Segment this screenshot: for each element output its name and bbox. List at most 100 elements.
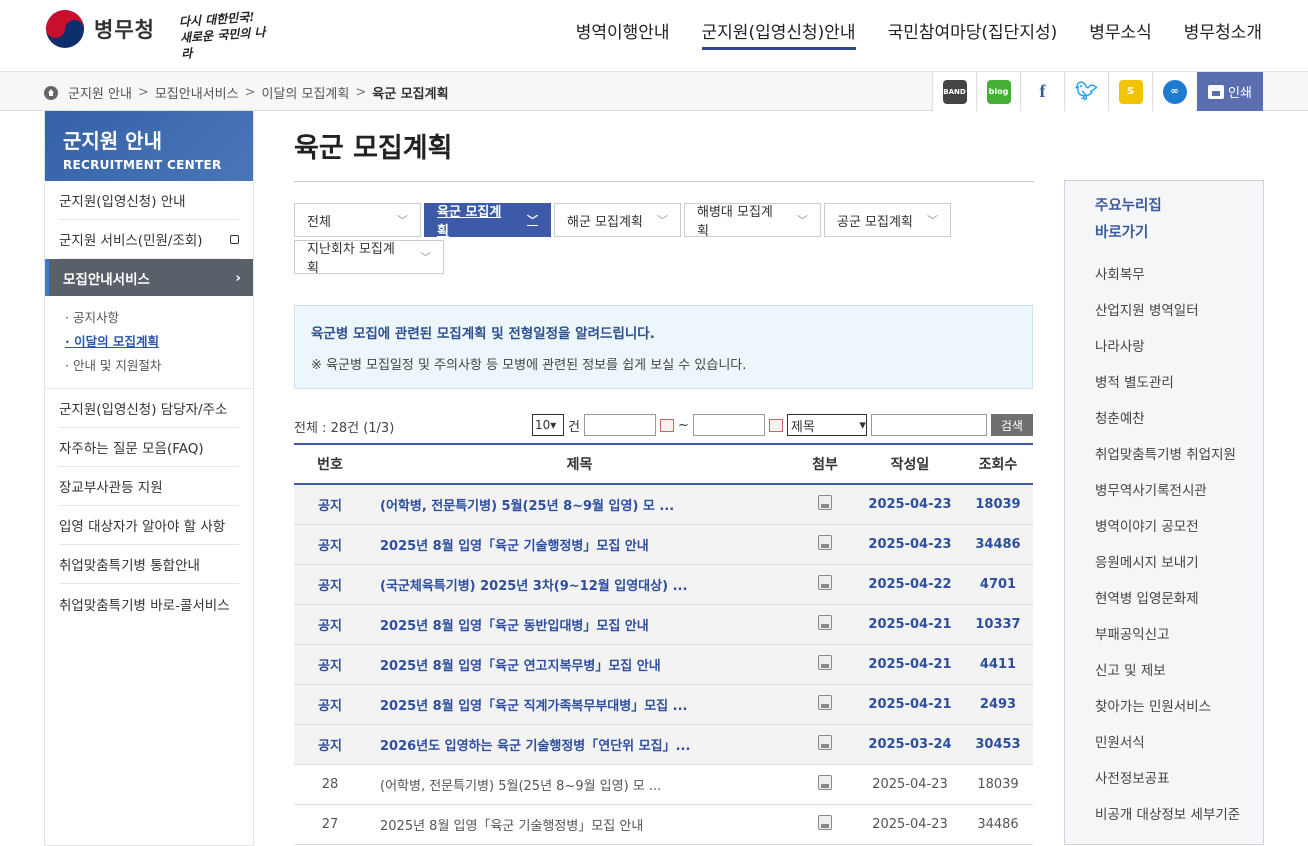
row-title-link[interactable]: 2025년 8월 입영「육군 기술행정병」모집 안내 xyxy=(366,804,793,845)
table-row[interactable]: 28 (어학병, 전문특기병) 5월(25년 8~9월 입영) 모 ... 2025… xyxy=(294,764,1033,805)
tab-all[interactable]: 전체 ﹀ xyxy=(294,203,421,237)
gnb-military-service[interactable]: 병역이행안내 xyxy=(576,18,670,50)
tab-label: 해병대 모집계획 xyxy=(697,205,773,239)
quick-link-item[interactable]: 비공개 대상정보 세부기준 xyxy=(1095,795,1263,831)
quick-link-item[interactable]: 청춘예찬 xyxy=(1095,399,1263,435)
share-band-button[interactable]: BAND xyxy=(932,72,976,111)
search-field-select[interactable]: 제목 ▾ xyxy=(786,414,867,436)
side-nav-submenu: · 공지사항 · 이달의 모집계획 · 안내 및 지원절차 xyxy=(45,296,253,389)
row-attachment[interactable] xyxy=(793,764,857,805)
site-logo[interactable]: 병무청 xyxy=(46,10,155,48)
search-controls: 10 ▾ 건 ~ 제목 ▾ 검색 xyxy=(532,414,1033,436)
side-nav-item[interactable]: 취업맞춤특기병 통합안내 xyxy=(59,545,239,584)
row-attachment[interactable] xyxy=(793,644,857,685)
attachment-file-icon xyxy=(818,694,832,710)
side-nav-item-active[interactable]: 모집안내서비스 › xyxy=(45,259,253,296)
search-button[interactable]: 검색 xyxy=(990,414,1033,436)
submenu-item-active[interactable]: · 이달의 모집계획 xyxy=(65,330,253,354)
submenu-item[interactable]: · 공지사항 xyxy=(65,306,253,330)
quick-link-item[interactable]: 취업맞춤특기병 취업지원 xyxy=(1095,435,1263,471)
tab-navy[interactable]: 해군 모집계획 ﹀ xyxy=(554,203,681,237)
end-date-input[interactable] xyxy=(692,414,765,436)
share-twitter-button[interactable]: 🐦︎ xyxy=(1064,72,1108,111)
row-title-link[interactable]: 2025년 8월 입영「육군 기술행정병」모집 안내 xyxy=(366,524,793,565)
calendar-icon[interactable] xyxy=(768,418,783,432)
side-nav-item-label: 취업맞춤특기병 바로-콜서비스 xyxy=(59,597,230,614)
table-row[interactable]: 공지 (국군체육특기병) 2025년 3차(9~12월 입영대상) ... 2025… xyxy=(294,564,1033,605)
start-date-input[interactable] xyxy=(583,414,656,436)
quick-link-item[interactable]: 민원서식 xyxy=(1095,723,1263,759)
calendar-icon[interactable] xyxy=(659,418,674,432)
chevron-down-icon: ﹀ xyxy=(797,214,808,227)
share-kakaostory-button[interactable]: S xyxy=(1108,72,1152,111)
table-row[interactable]: 공지 2026년도 입영하는 육군 기술행정병「연단위 모집」... 2025-03… xyxy=(294,724,1033,765)
chevron-right-icon: › xyxy=(235,269,241,286)
quick-link-item[interactable]: 병역이야기 공모전 xyxy=(1095,507,1263,543)
row-attachment[interactable] xyxy=(793,724,857,765)
col-date: 작성일 xyxy=(857,444,963,485)
tab-past-rounds[interactable]: 지난회차 모집계획 ﹀ xyxy=(294,240,444,276)
side-nav-item[interactable]: 군지원 서비스(민원/조회) xyxy=(59,220,239,259)
row-attachment[interactable] xyxy=(793,484,857,525)
quick-link-item[interactable]: 사전정보공표 xyxy=(1095,759,1263,795)
table-row[interactable]: 공지 2025년 8월 입영「육군 동반입대병」모집 안내 2025-04-21 10… xyxy=(294,604,1033,645)
quick-link-item[interactable]: 병무역사기록전시관 xyxy=(1095,471,1263,507)
table-row[interactable]: 공지 (어학병, 전문특기병) 5월(25년 8~9월 입영) 모 ... 2025… xyxy=(294,484,1033,525)
quick-link-item[interactable]: 사회복무 xyxy=(1095,255,1263,291)
branch-tabs: 전체 ﹀ 육군 모집계획 ﹀ 해군 모집계획 ﹀ 해병대 모집계획 ﹀ 공군 모집계획 ﹀… xyxy=(294,203,954,276)
breadcrumb-item[interactable]: 모집안내서비스 xyxy=(155,83,239,102)
row-title-link[interactable]: 2026년도 입영하는 육군 기술행정병「연단위 모집」... xyxy=(366,724,793,765)
row-title-link[interactable]: 2025년 8월 입영「육군 동반입대병」모집 안내 xyxy=(366,604,793,645)
tab-army[interactable]: 육군 모집계획 ﹀ xyxy=(424,203,551,239)
gnb-participation[interactable]: 국민참여마당(집단지성) xyxy=(888,18,1058,50)
gnb-enlistment-apply[interactable]: 군지원(입영신청)안내 xyxy=(701,18,856,50)
table-row[interactable]: 공지 2025년 8월 입영「육군 연고지복무병」모집 안내 2025-04-21 4… xyxy=(294,644,1033,685)
quick-link-item[interactable]: 나라사랑 xyxy=(1095,327,1263,363)
submenu-item-label: 안내 및 지원절차 xyxy=(72,358,162,373)
tab-marines[interactable]: 해병대 모집계획 ﹀ xyxy=(684,203,821,239)
table-row[interactable]: 공지 2025년 8월 입영「육군 직계가족복무부대병」모집 ... 2025-04… xyxy=(294,684,1033,725)
side-nav-item[interactable]: 자주하는 질문 모음(FAQ) xyxy=(59,428,239,467)
quick-link-item[interactable]: 부패공익신고 xyxy=(1095,615,1263,651)
table-row[interactable]: 공지 2025년 8월 입영「육군 기술행정병」모집 안내 2025-04-23 34… xyxy=(294,524,1033,565)
gnb-about[interactable]: 병무청소개 xyxy=(1184,18,1262,50)
row-title-link[interactable]: (어학병, 전문특기병) 5월(25년 8~9월 입영) 모 ... xyxy=(366,764,793,805)
print-button[interactable]: 인쇄 xyxy=(1197,72,1263,111)
quick-link-item[interactable]: 산업지원 병역일터 xyxy=(1095,291,1263,327)
quick-link-item[interactable]: 신고 및 제보 xyxy=(1095,651,1263,687)
breadcrumb-item[interactable]: 이달의 모집계획 xyxy=(261,83,349,102)
search-bar: 전체 : 28건 (1/3) 10 ▾ 건 ~ 제목 ▾ 검색 xyxy=(294,414,1034,438)
chevron-down-icon: ﹀ xyxy=(927,214,938,227)
row-attachment[interactable] xyxy=(793,684,857,725)
band-icon: BAND xyxy=(942,79,967,104)
home-icon[interactable] xyxy=(44,85,58,100)
share-blog-button[interactable]: blog xyxy=(976,72,1020,111)
side-nav-item[interactable]: 군지원(입영신청) 담당자/주소 xyxy=(59,389,239,428)
quick-link-item[interactable]: 찾아가는 민원서비스 xyxy=(1095,687,1263,723)
row-attachment[interactable] xyxy=(793,804,857,845)
submenu-item[interactable]: · 안내 및 지원절차 xyxy=(65,354,253,378)
breadcrumb-item[interactable]: 군지원 안내 xyxy=(68,83,132,102)
side-nav-item[interactable]: 군지원(입영신청) 안내 xyxy=(59,181,239,220)
row-date: 2025-03-24 xyxy=(857,724,963,765)
search-keyword-input[interactable] xyxy=(870,414,987,436)
gnb-news[interactable]: 병무소식 xyxy=(1089,18,1152,50)
side-nav-item[interactable]: 취업맞춤특기병 바로-콜서비스 xyxy=(59,584,239,623)
quick-link-item[interactable]: 현역병 입영문화제 xyxy=(1095,579,1263,615)
share-facebook-button[interactable]: f xyxy=(1020,72,1064,111)
side-nav-item[interactable]: 입영 대상자가 알아야 할 사항 xyxy=(59,506,239,545)
row-title-link[interactable]: 2025년 8월 입영「육군 직계가족복무부대병」모집 ... xyxy=(366,684,793,725)
side-nav-item[interactable]: 장교부사관등 지원 xyxy=(59,467,239,506)
row-attachment[interactable] xyxy=(793,604,857,645)
copy-link-button[interactable]: ∞ xyxy=(1152,72,1196,111)
page-size-select[interactable]: 10 ▾ xyxy=(532,414,564,436)
quick-link-item[interactable]: 병적 별도관리 xyxy=(1095,363,1263,399)
row-attachment[interactable] xyxy=(793,564,857,605)
row-title-link[interactable]: (국군체육특기병) 2025년 3차(9~12월 입영대상) ... xyxy=(366,564,793,605)
tab-airforce[interactable]: 공군 모집계획 ﹀ xyxy=(824,203,951,237)
table-row[interactable]: 27 2025년 8월 입영「육군 기술행정병」모집 안내 2025-04-23 34… xyxy=(294,804,1033,845)
row-title-link[interactable]: (어학병, 전문특기병) 5월(25년 8~9월 입영) 모 ... xyxy=(366,484,793,525)
quick-link-item[interactable]: 응원메시지 보내기 xyxy=(1095,543,1263,579)
row-title-link[interactable]: 2025년 8월 입영「육군 연고지복무병」모집 안내 xyxy=(366,644,793,685)
row-attachment[interactable] xyxy=(793,524,857,565)
